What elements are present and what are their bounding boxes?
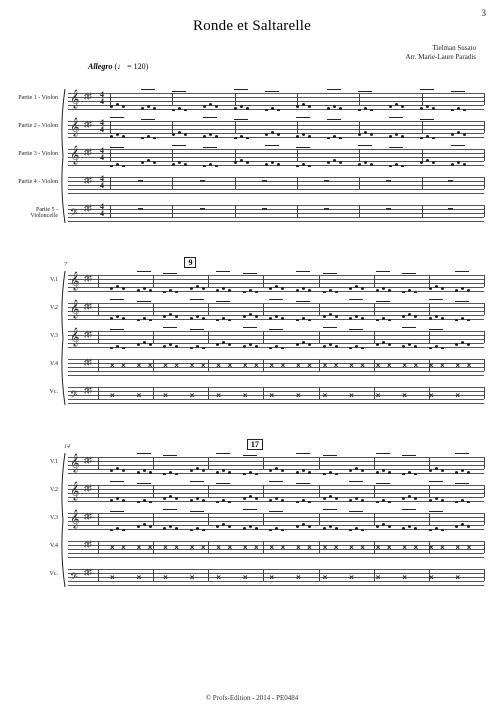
barline xyxy=(484,303,485,315)
tempo-expr: (♩ = 120) xyxy=(114,62,148,71)
part-label: V.2 xyxy=(18,487,58,493)
barline xyxy=(484,177,485,189)
staff-row: 𝄞♯♯ xyxy=(68,327,484,349)
barline xyxy=(484,387,485,399)
part-label: Partie 1 - Violon xyxy=(18,95,58,101)
part-label: V.4 xyxy=(18,543,58,549)
bar-number: 7 xyxy=(64,262,67,268)
staff-row: 𝄞♯♯ xyxy=(68,271,484,293)
part-label: Vc. xyxy=(18,389,58,395)
staves: 𝄞♯♯ 𝄞♯♯ 𝄞♯♯ 𝄞♯♯××××××××××××××××××××××××××××… xyxy=(68,271,484,405)
part-label: V.4 xyxy=(18,361,58,367)
rehearsal-mark: 9 xyxy=(184,257,196,268)
barline xyxy=(98,275,99,287)
staff-row: 𝄞♯♯×××××××××××××××××××××××××××× xyxy=(68,537,484,559)
barline xyxy=(98,331,99,343)
staff-row: 𝄞♯♯ xyxy=(68,453,484,475)
staff-row: 𝄞♯♯ xyxy=(68,509,484,531)
tempo-marking: Allegro (♩ = 120) xyxy=(88,62,148,71)
system-brace xyxy=(60,89,66,223)
staff-row: 𝄢♯♯44 xyxy=(68,201,484,223)
barline xyxy=(484,93,485,105)
part-label: Partie 4 - Violon xyxy=(18,179,58,185)
part-label: Partie 2 - Violon xyxy=(18,123,58,129)
part-label: V.1 xyxy=(18,277,58,283)
part-label: V.3 xyxy=(18,515,58,521)
credits-block: Tielman Susato Arr. Marie-Laure Paradis xyxy=(405,44,476,62)
piece-title: Ronde et Saltarelle xyxy=(20,18,484,35)
system-3: 1417V.1V.2V.3V.4Vc.𝄞♯♯𝄞♯♯𝄞♯♯𝄞♯♯×××××××××… xyxy=(20,453,484,587)
part-label: Partie 3 - Violon xyxy=(18,151,58,157)
score-page: 3 Ronde et Saltarelle Tielman Susato Arr… xyxy=(0,0,504,712)
staff-row: 𝄞♯♯ xyxy=(68,299,484,321)
staff-row: 𝄞♯♯44 xyxy=(68,173,484,195)
page-number: 3 xyxy=(482,8,487,18)
staves: 𝄞♯♯44 𝄞♯♯44 𝄞♯♯44 𝄞♯♯44 𝄢♯♯44 xyxy=(68,89,484,223)
staff-row: 𝄢♯♯×××××××××××××× xyxy=(68,383,484,405)
tempo-beat-icon: ♩ xyxy=(117,62,125,71)
barline xyxy=(98,513,99,525)
tempo-bpm: 120 xyxy=(134,62,146,71)
barline xyxy=(484,149,485,161)
barline xyxy=(484,205,485,217)
barline xyxy=(98,457,99,469)
bar-number: 14 xyxy=(64,444,70,450)
barline xyxy=(98,569,99,581)
system-brace xyxy=(60,453,66,587)
staff-row: 𝄞♯♯44 xyxy=(68,89,484,111)
staves: 𝄞♯♯ 𝄞♯♯ 𝄞♯♯ 𝄞♯♯××××××××××××××××××××××××××××… xyxy=(68,453,484,587)
barline xyxy=(98,541,99,553)
system-brace xyxy=(60,271,66,405)
part-label: V.3 xyxy=(18,333,58,339)
barline xyxy=(484,359,485,371)
barline xyxy=(484,275,485,287)
system-1: Partie 1 - Violon Partie 2 - Violon Partie… xyxy=(20,89,484,223)
staff-row: 𝄞♯♯ xyxy=(68,481,484,503)
staff-row: 𝄞♯♯44 xyxy=(68,117,484,139)
part-label: Vc. xyxy=(18,571,58,577)
arranger-name: Arr. Marie-Laure Paradis xyxy=(405,53,476,62)
barline xyxy=(484,121,485,133)
barline xyxy=(98,303,99,315)
tempo-word: Allegro xyxy=(88,62,112,71)
barline xyxy=(484,569,485,581)
part-label: V.1 xyxy=(18,459,58,465)
barline xyxy=(484,541,485,553)
staff-row: 𝄞♯♯44 xyxy=(68,145,484,167)
systems-container: Partie 1 - Violon Partie 2 - Violon Partie… xyxy=(20,89,484,587)
part-label: V.2 xyxy=(18,305,58,311)
barline xyxy=(484,457,485,469)
system-2: 79V.1V.2V.3V.4Vc.𝄞♯♯𝄞♯♯𝄞♯♯𝄞♯♯×××××××××××… xyxy=(20,271,484,405)
part-label: Partie 5 - Violoncelle xyxy=(18,207,58,219)
staff-row: 𝄢♯♯×××××××××××××× xyxy=(68,565,484,587)
barline xyxy=(484,331,485,343)
barline xyxy=(98,387,99,399)
rehearsal-mark: 17 xyxy=(247,439,263,450)
page-footer: © Profs-Edition - 2014 - PE0484 xyxy=(0,694,504,702)
barline xyxy=(484,513,485,525)
barline xyxy=(98,359,99,371)
barline xyxy=(98,485,99,497)
barline xyxy=(484,485,485,497)
staff-row: 𝄞♯♯×××××××××××××××××××××××××××× xyxy=(68,355,484,377)
composer-name: Tielman Susato xyxy=(405,44,476,53)
